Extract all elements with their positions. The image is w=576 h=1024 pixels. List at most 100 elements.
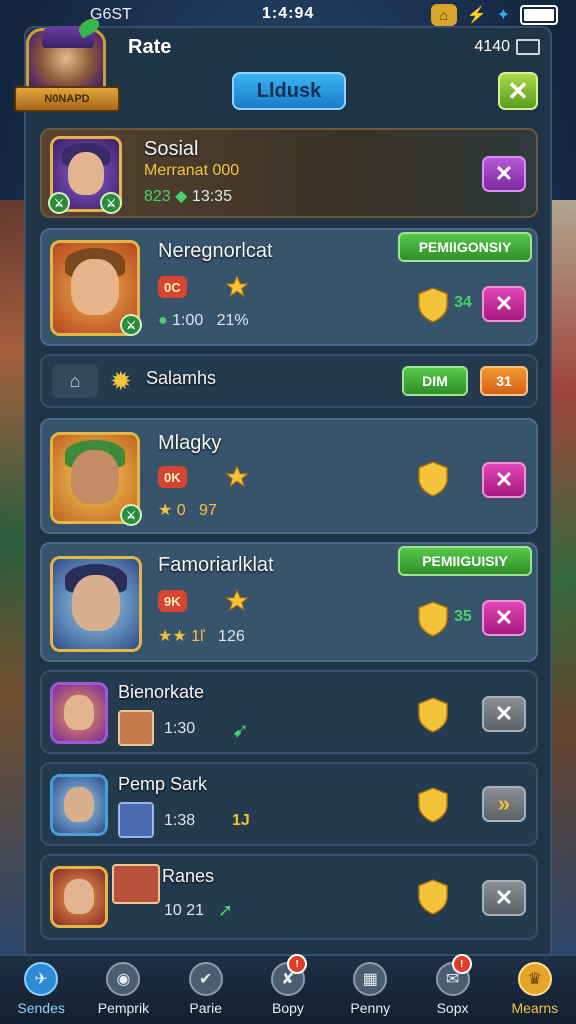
arrow-icon: ➚	[218, 900, 234, 920]
page-title: Rate	[128, 36, 172, 58]
list-item[interactable]: ⚔ Mlagky 0K ★ 0 97 ✕	[40, 418, 538, 534]
dismiss-button[interactable]: ✕	[482, 286, 526, 322]
star-small-icon: ★★	[158, 628, 187, 645]
item-thumb	[118, 802, 154, 838]
row-name: Sosial	[144, 138, 199, 160]
star-icon	[224, 464, 250, 488]
power-pill: 0K	[158, 466, 187, 488]
notification-badge: !	[451, 954, 472, 974]
nav-pemprik[interactable]: ◉ Pemprik	[82, 956, 164, 1024]
card-icon	[516, 39, 540, 55]
notification-badge: !	[287, 954, 308, 974]
list-item[interactable]: Famoriarlklat PEMIIGUISIY 9K ★★ 1ľ 126 3…	[40, 542, 538, 662]
nav-bopy[interactable]: ✘ ! Bopy	[247, 954, 329, 1024]
hero-portrait	[50, 556, 142, 652]
list-item[interactable]: Bienorkate 1:30 ➹ ✕	[40, 670, 538, 754]
nav-mearns[interactable]: ♛ Mearns	[494, 956, 576, 1024]
dismiss-button[interactable]: ✕	[482, 880, 526, 916]
count-button[interactable]: 31	[480, 366, 528, 396]
shield-icon	[418, 879, 448, 915]
crown-icon: ♛	[517, 962, 552, 996]
stat-value: 823	[144, 188, 171, 205]
player-avatar[interactable]: N0NAPD	[14, 15, 120, 114]
menu-icon: ▦	[353, 962, 388, 996]
dim-button[interactable]: DIM	[402, 366, 468, 396]
close-button[interactable]: ✕	[498, 72, 538, 110]
dismiss-button[interactable]: ✕	[482, 156, 526, 192]
power-pill: 9K	[158, 590, 187, 612]
nav-label: Sopx	[436, 1000, 469, 1016]
row-name: Bienorkate	[118, 682, 205, 702]
home-icon[interactable]: ⌂	[52, 364, 98, 398]
gem-icon: ◆	[175, 188, 188, 205]
dismiss-button[interactable]: ✕	[482, 600, 526, 636]
class-badge-icon: ⚔	[120, 314, 142, 336]
class-badge-icon: ⚔	[120, 504, 142, 526]
forward-button[interactable]: »	[482, 786, 526, 822]
main-panel: Rate 4140 Lldusk ✕ ⚔ ⚔ Sosial Merranat 0…	[24, 26, 552, 960]
class-badge-icon: ⚔	[100, 192, 122, 214]
stat-time: 0	[176, 502, 186, 519]
nav-label: Bopy	[272, 1000, 304, 1016]
row-time: 10 21	[164, 902, 205, 919]
list-item[interactable]: Ranes 10 21 ➚ ✕	[40, 854, 538, 940]
nav-sopx[interactable]: ✉ ! Sopx	[411, 954, 493, 1024]
list-item[interactable]: ⌂ ✹ Salamhs DIM 31	[40, 354, 538, 408]
power-pill: 0C	[158, 276, 187, 298]
row-extra: 1J	[232, 812, 250, 829]
list-item[interactable]: Pemp Sark 1:38 1J »	[40, 762, 538, 846]
row-subtitle: Merranat 000	[144, 162, 240, 179]
nav-sendes[interactable]: ✈ Sendes	[0, 956, 82, 1024]
stat-time: 1ľ	[191, 628, 205, 645]
nav-label: Pemprik	[97, 1000, 150, 1016]
hero-portrait	[50, 866, 108, 928]
list-item[interactable]: ⚔ Neregnorlcat PEMIIGONSIY 0C ● 1:00 21%…	[40, 228, 538, 346]
premium-tag[interactable]: PEMIIGUISIY	[398, 546, 532, 576]
row-name: Mlagky	[158, 432, 222, 454]
row-stats: ★★ 1ľ 126	[158, 626, 245, 646]
star-icon	[224, 274, 250, 298]
check-icon: ✔	[188, 962, 223, 996]
stat-percent: 126	[218, 628, 245, 645]
shield-icon	[418, 461, 448, 497]
stat-percent: 97	[199, 502, 217, 519]
nav-label: Parie	[189, 1000, 223, 1016]
bird-icon: ✈	[24, 962, 59, 996]
shield-icon	[418, 601, 448, 637]
status-icons: ⌂ ⚡ ✦	[430, 4, 558, 26]
shield-icon	[418, 287, 448, 323]
shield-icon	[418, 787, 448, 823]
row-stats: 823 ◆ 13:35	[144, 186, 232, 206]
dismiss-button[interactable]: ✕	[482, 696, 526, 732]
clock: 1:4:94	[262, 5, 315, 22]
bottom-nav: ✈ Sendes ◉ Pemprik ✔ Parie ✘ ! Bopy ▦ Pe…	[0, 954, 576, 1024]
tab-lldusk[interactable]: Lldusk	[232, 72, 346, 110]
row-time: 1:38	[164, 812, 196, 829]
list-item[interactable]: ⚔ ⚔ Sosial Merranat 000 823 ◆ 13:35 ✕	[40, 128, 538, 218]
row-name: Neregnorlcat	[158, 240, 273, 262]
nav-penny[interactable]: ▦ Penny	[329, 956, 411, 1024]
sun-icon: ✹	[110, 366, 132, 396]
camera-icon: ◉	[106, 962, 141, 996]
row-stats: ● 1:00 21%	[158, 312, 249, 330]
premium-tag[interactable]: PEMIIGONSIY	[398, 232, 532, 262]
row-name: Salamhs	[146, 368, 217, 388]
leaf-icon: ➹	[232, 720, 249, 742]
dismiss-button[interactable]: ✕	[482, 462, 526, 498]
nav-parie[interactable]: ✔ Parie	[165, 956, 247, 1024]
row-score: 34	[454, 294, 472, 311]
signal-icon: ⚡	[466, 7, 487, 24]
progress-icon: ●	[158, 312, 168, 329]
nav-label: Mearns	[511, 1000, 559, 1016]
shield-icon	[418, 697, 448, 733]
bluetooth-icon: ✦	[496, 7, 510, 24]
row-time: 1:30	[164, 720, 196, 737]
item-thumb	[118, 710, 154, 746]
row-score: 35	[454, 608, 472, 625]
row-name: Famoriarlklat	[158, 554, 274, 576]
header-counter: 4140	[474, 38, 540, 56]
row-name: Pemp Sark	[118, 774, 208, 794]
nav-label: Penny	[350, 1000, 391, 1016]
row-name: Ranes	[162, 866, 215, 886]
star-small-icon: ★	[158, 502, 173, 519]
